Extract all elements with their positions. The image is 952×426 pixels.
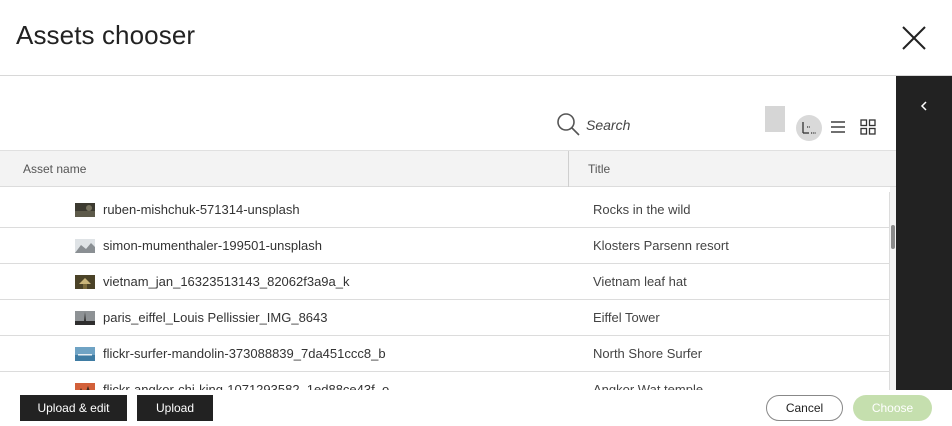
search-input[interactable] <box>586 114 746 136</box>
table-row[interactable]: vietnam_jan_16323513143_82062f3a9a_k Vie… <box>0 264 890 300</box>
asset-title: North Shore Surfer <box>593 346 703 361</box>
tree-view-icon <box>802 122 816 134</box>
asset-name: simon-mumenthaler-199501-unsplash <box>103 238 322 253</box>
column-resize-handle[interactable] <box>568 151 569 187</box>
selection-placeholder <box>765 106 785 132</box>
asset-table-body: ruben-mishchuk-571314-unsplash Rocks in … <box>0 187 890 390</box>
column-header-asset-name[interactable]: Asset name <box>23 151 86 187</box>
table-header: Asset name Title <box>0 150 896 187</box>
upload-button[interactable]: Upload <box>137 395 213 421</box>
asset-name: ruben-mishchuk-571314-unsplash <box>103 202 300 217</box>
asset-thumbnail <box>75 203 95 217</box>
asset-thumbnail <box>75 311 95 325</box>
asset-thumbnail <box>75 383 95 390</box>
cancel-button[interactable]: Cancel <box>766 395 843 421</box>
scrollbar-thumb[interactable] <box>891 225 895 249</box>
vertical-scrollbar[interactable] <box>890 187 896 390</box>
grid-view-icon <box>860 119 876 135</box>
search-icon <box>557 113 580 136</box>
list-view-icon <box>831 121 845 133</box>
dialog-title: Assets chooser <box>16 20 196 50</box>
choose-button[interactable]: Choose <box>853 395 932 421</box>
asset-title: Vietnam leaf hat <box>593 274 687 289</box>
asset-name: flickr-surfer-mandolin-373088839_7da451c… <box>103 346 386 361</box>
toolbar <box>0 77 896 150</box>
chevron-left-icon <box>920 101 927 111</box>
list-view-button[interactable] <box>826 115 850 139</box>
close-button[interactable] <box>900 24 928 52</box>
asset-thumbnail <box>75 275 95 289</box>
asset-thumbnail <box>75 347 95 361</box>
table-row[interactable]: flickr-surfer-mandolin-373088839_7da451c… <box>0 336 890 372</box>
dialog-header: Assets chooser <box>0 0 952 76</box>
table-row[interactable]: ruben-mishchuk-571314-unsplash Rocks in … <box>0 192 890 228</box>
tree-view-button[interactable] <box>796 115 822 141</box>
close-icon <box>902 26 926 50</box>
table-row[interactable]: flickr-angkor-chi-king-1071293582_1ed88c… <box>0 372 890 390</box>
grid-view-button[interactable] <box>856 115 880 139</box>
asset-name: vietnam_jan_16323513143_82062f3a9a_k <box>103 274 350 289</box>
table-row[interactable]: paris_eiffel_Louis Pellissier_IMG_8643 E… <box>0 300 890 336</box>
asset-name: paris_eiffel_Louis Pellissier_IMG_8643 <box>103 310 328 325</box>
asset-title: Angkor Wat temple <box>593 382 704 390</box>
asset-title: Klosters Parsenn resort <box>593 238 729 253</box>
asset-thumbnail <box>75 239 95 253</box>
asset-name: flickr-angkor-chi-king-1071293582_1ed88c… <box>103 382 390 390</box>
dialog-footer: Upload & edit Upload Cancel Choose <box>0 390 952 426</box>
sidebar-toggle-button[interactable] <box>916 98 932 114</box>
column-header-title[interactable]: Title <box>588 151 610 187</box>
table-row[interactable]: simon-mumenthaler-199501-unsplash Kloste… <box>0 228 890 264</box>
asset-title: Eiffel Tower <box>593 310 660 325</box>
upload-edit-button[interactable]: Upload & edit <box>20 395 127 421</box>
side-panel <box>896 76 952 390</box>
asset-title: Rocks in the wild <box>593 202 691 217</box>
